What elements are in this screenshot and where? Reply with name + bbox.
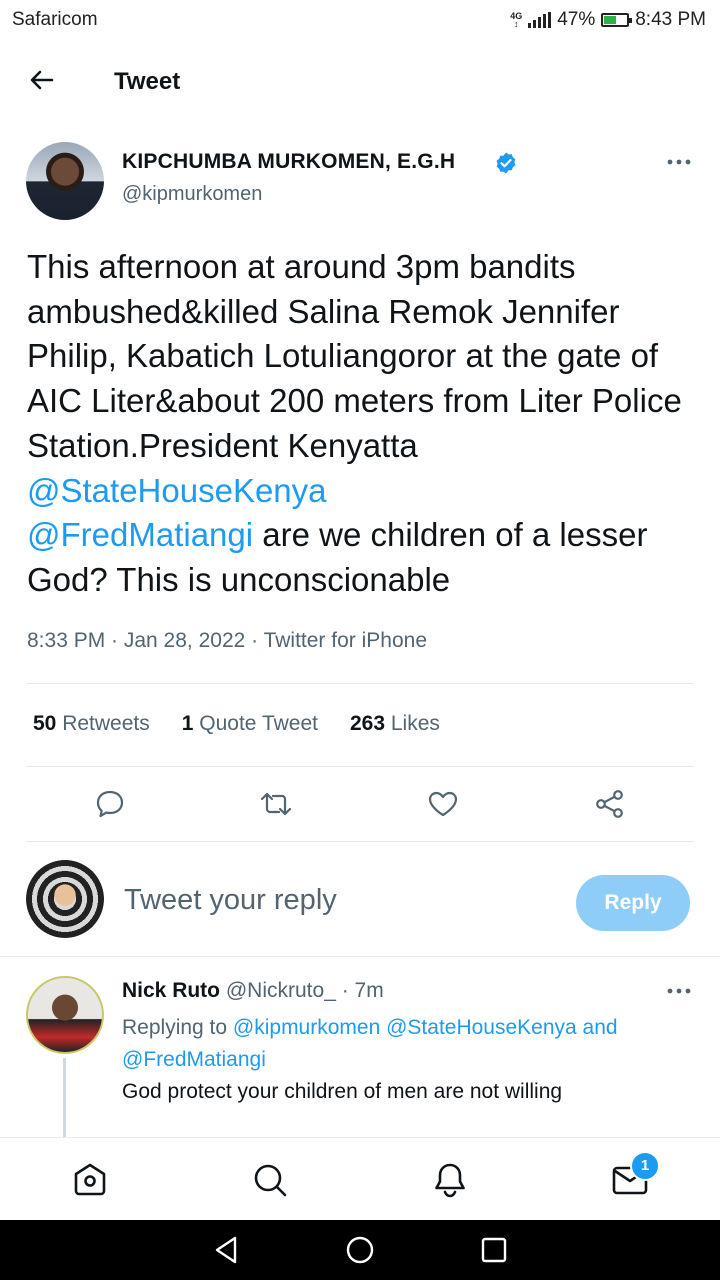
replying-and[interactable]: and bbox=[577, 1016, 618, 1039]
divider bbox=[0, 956, 720, 957]
divider bbox=[26, 683, 694, 684]
battery-percent: 47% bbox=[557, 9, 596, 30]
status-icons: 4G ↕ 47% 8:43 PM bbox=[510, 9, 706, 31]
thread-line bbox=[63, 1058, 66, 1138]
network-type-icon: 4G ↕ bbox=[510, 11, 523, 29]
notifications-icon[interactable] bbox=[430, 1160, 470, 1200]
mention-link[interactable]: @StateHouseKenya bbox=[27, 472, 327, 509]
author-handle[interactable]: @kipmurkomen bbox=[122, 183, 262, 206]
reply-text: God protect your children of men are not… bbox=[122, 1080, 563, 1103]
clock: 8:43 PM bbox=[635, 9, 706, 30]
signal-icon bbox=[528, 12, 552, 28]
reply-author-avatar[interactable] bbox=[26, 976, 104, 1054]
page-title: Tweet bbox=[114, 68, 181, 95]
tweet-text: This afternoon at around 3pm bandits amb… bbox=[27, 245, 702, 603]
back-arrow-icon bbox=[30, 70, 54, 90]
search-icon[interactable] bbox=[250, 1160, 290, 1200]
bottom-navigation bbox=[0, 1137, 720, 1221]
system-navigation-bar bbox=[0, 1220, 720, 1280]
tweet-stats: 50 Retweets 1 Quote Tweet 263 Likes bbox=[33, 712, 440, 736]
reply-input[interactable]: Tweet your reply bbox=[124, 884, 337, 917]
replying-prefix: Replying to bbox=[122, 1016, 233, 1039]
divider bbox=[26, 766, 694, 767]
battery-icon bbox=[601, 13, 633, 27]
tweet-text-part: This afternoon at around 3pm bandits amb… bbox=[27, 248, 682, 464]
reply-author[interactable]: Nick Ruto @Nickruto_ · 7m bbox=[122, 979, 384, 1003]
user-avatar[interactable] bbox=[26, 860, 104, 938]
quote-tweets-stat[interactable]: 1 Quote Tweet bbox=[182, 712, 318, 736]
replying-to: Replying to @kipmurkomen @StateHouseKeny… bbox=[122, 1012, 682, 1076]
status-bar: Safaricom 4G ↕ 47% 8:43 PM bbox=[0, 0, 720, 40]
author-name[interactable]: KIPCHUMBA MURKOMEN, E.G.H bbox=[122, 150, 455, 174]
tweet-timestamp[interactable]: 8:33 PM · Jan 28, 2022 · Twitter for iPh… bbox=[27, 629, 427, 653]
retweets-stat[interactable]: 50 Retweets bbox=[33, 712, 150, 736]
back-button[interactable] bbox=[26, 64, 58, 96]
replying-mentions[interactable]: @kipmurkomen @StateHouseKenya bbox=[233, 1016, 577, 1039]
replying-mention[interactable]: @FredMatiangi bbox=[122, 1048, 266, 1071]
reply-author-name[interactable]: Nick Ruto bbox=[122, 979, 220, 1002]
author-avatar[interactable] bbox=[26, 142, 104, 220]
reply-author-handle[interactable]: @Nickruto_ bbox=[226, 979, 336, 1002]
app-header: Tweet bbox=[0, 52, 720, 110]
messages-badge: 1 bbox=[630, 1151, 660, 1181]
system-back-icon[interactable] bbox=[210, 1234, 242, 1266]
like-icon[interactable] bbox=[425, 786, 461, 822]
system-home-icon[interactable] bbox=[344, 1234, 376, 1266]
carrier-name: Safaricom bbox=[12, 9, 98, 30]
system-recents-icon[interactable] bbox=[478, 1234, 510, 1266]
home-icon[interactable] bbox=[70, 1160, 110, 1200]
reply-button[interactable]: Reply bbox=[576, 875, 690, 931]
mention-link[interactable]: @FredMatiangi bbox=[27, 516, 253, 553]
verified-badge-icon bbox=[496, 152, 516, 174]
share-icon[interactable] bbox=[592, 786, 628, 822]
reply-icon[interactable] bbox=[92, 786, 128, 822]
likes-stat[interactable]: 263 Likes bbox=[350, 712, 440, 736]
retweet-icon[interactable] bbox=[258, 786, 294, 822]
divider bbox=[26, 841, 694, 842]
more-options-icon[interactable] bbox=[664, 979, 694, 1003]
more-options-icon[interactable] bbox=[664, 150, 694, 174]
reply-time: · 7m bbox=[335, 979, 384, 1002]
